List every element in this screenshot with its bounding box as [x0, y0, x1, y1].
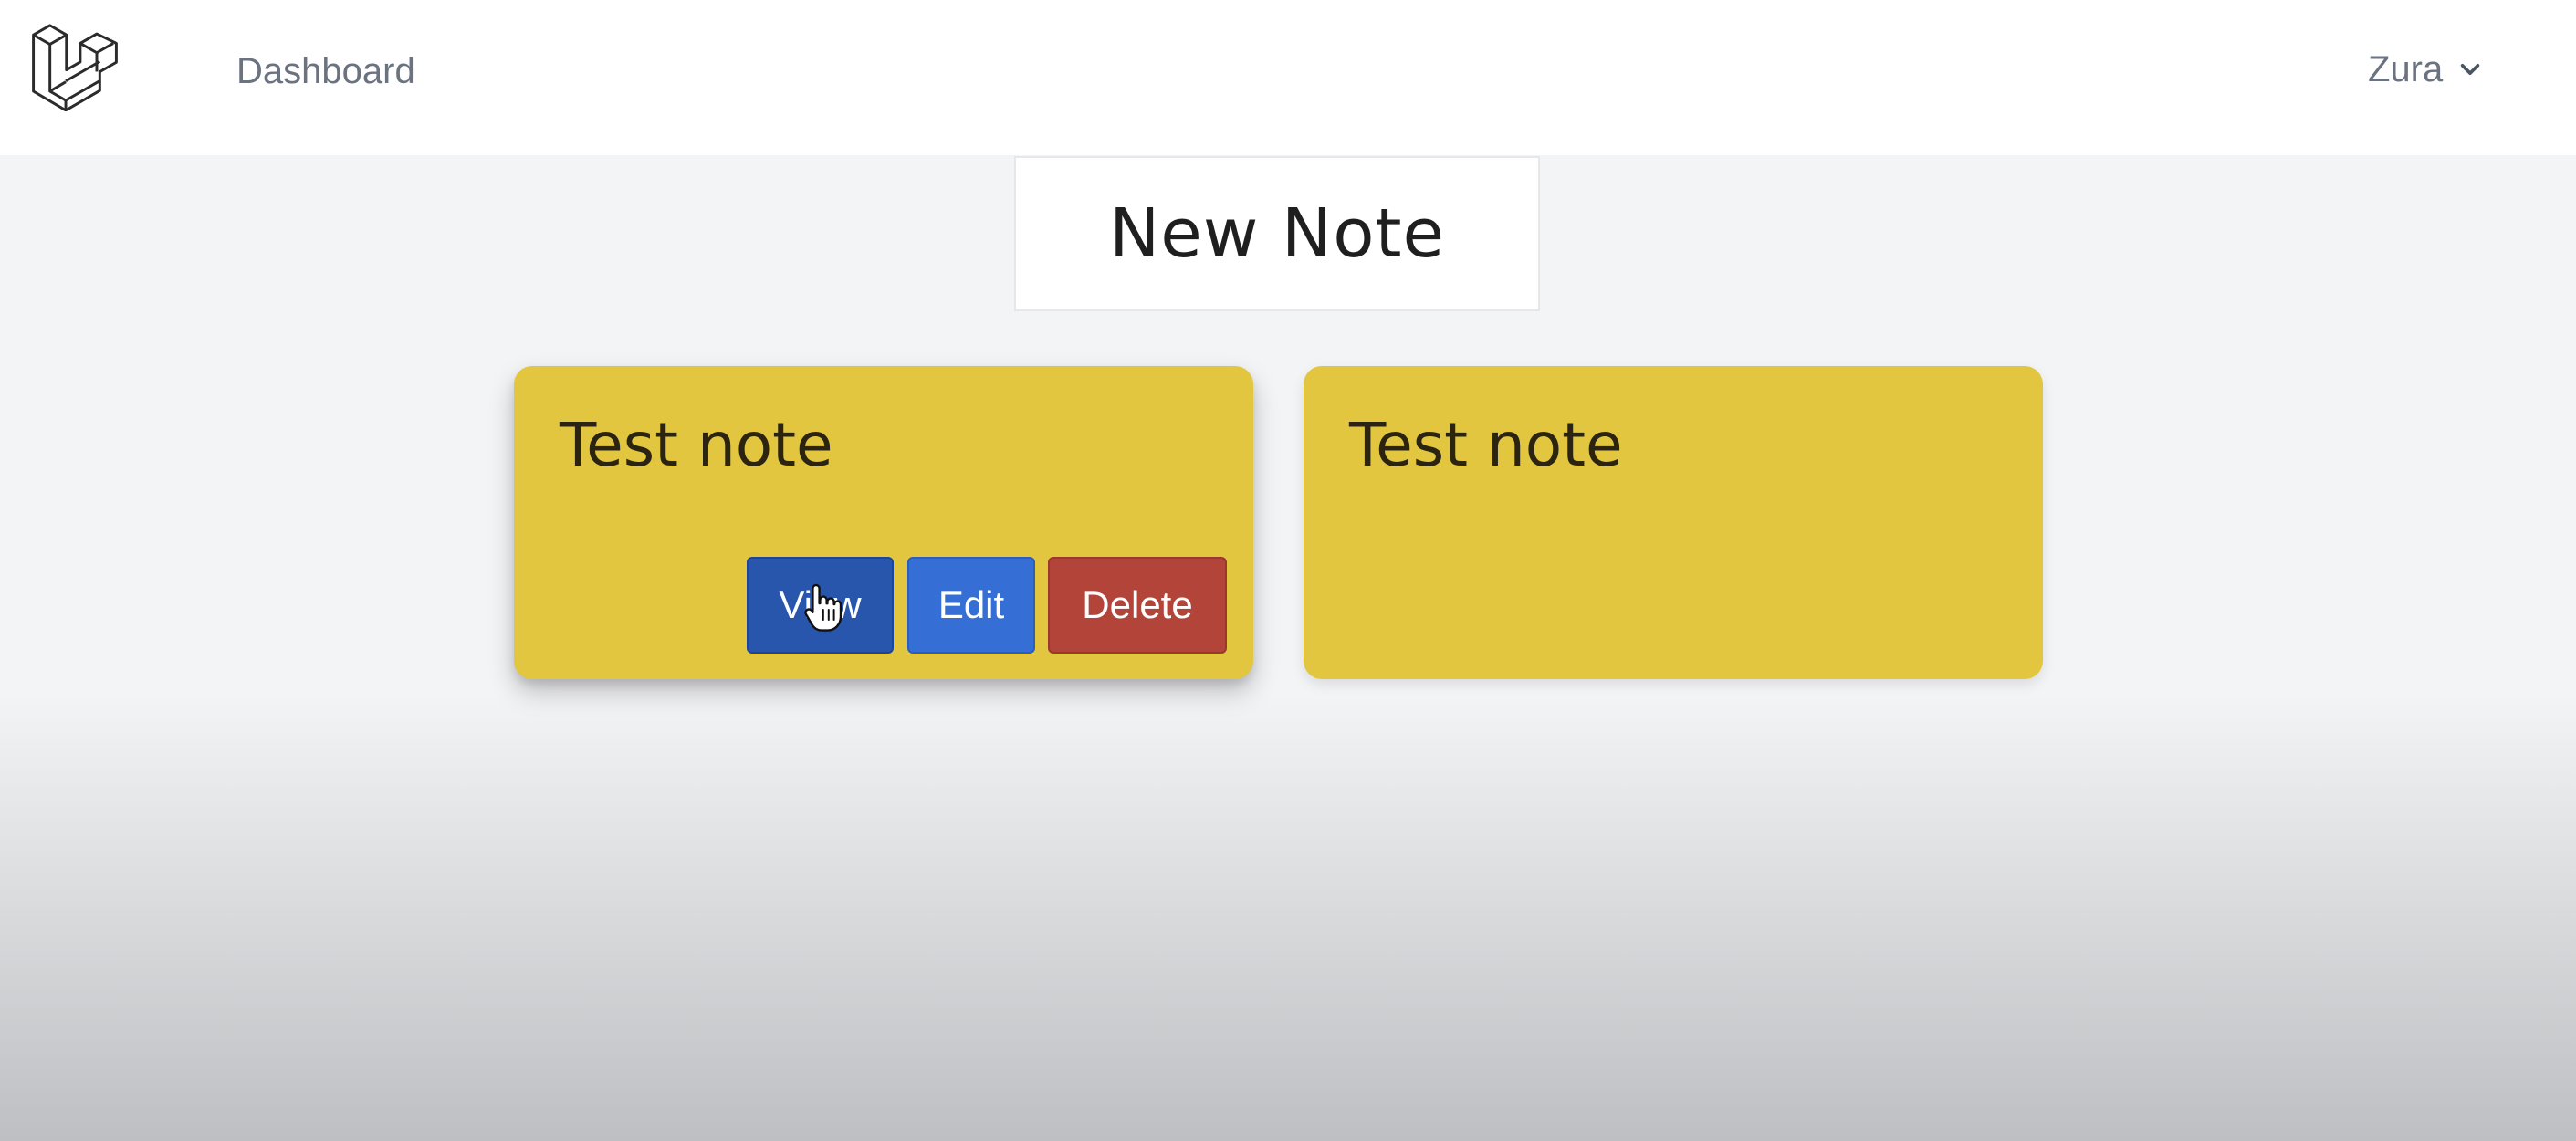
view-button[interactable]: View [747, 557, 894, 654]
new-note-button[interactable]: New Note [1014, 156, 1540, 311]
top-navigation: Dashboard Zura [0, 0, 2576, 155]
new-note-label: New Note [1108, 194, 1446, 273]
edit-button[interactable]: Edit [907, 557, 1035, 654]
note-card[interactable]: Test note [1304, 366, 2043, 679]
note-card[interactable]: Test note View Edit Delete [514, 366, 1253, 679]
note-title: Test note [1349, 410, 1623, 480]
nav-dashboard-link[interactable]: Dashboard [236, 51, 415, 92]
laravel-logo-icon[interactable] [31, 24, 119, 112]
user-menu-dropdown[interactable]: Zura [2368, 47, 2483, 92]
user-name: Zura [2368, 48, 2444, 89]
chevron-down-icon [2457, 57, 2483, 82]
delete-button[interactable]: Delete [1048, 557, 1227, 654]
note-title: Test note [560, 410, 833, 480]
